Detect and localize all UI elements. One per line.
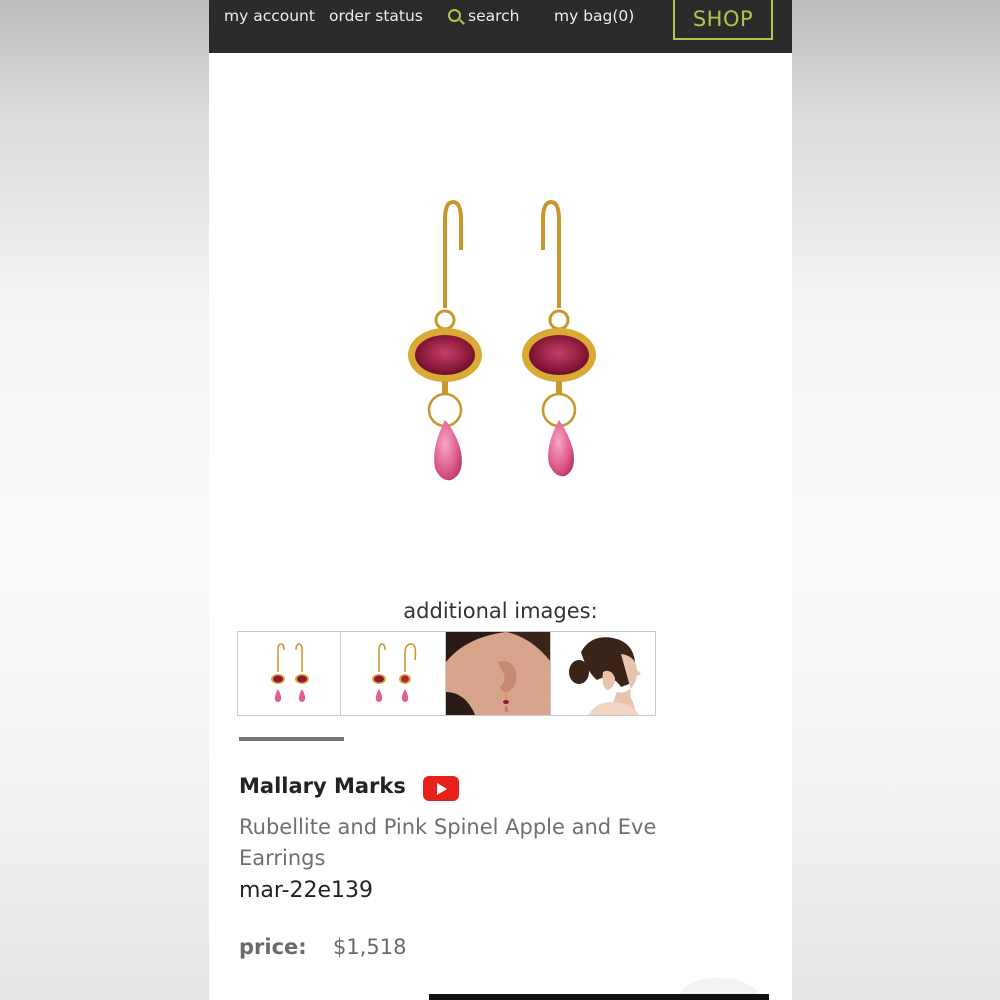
price-label: price:: [239, 935, 307, 959]
product-main-image[interactable]: [379, 190, 619, 490]
price-value: $1,518: [333, 935, 407, 959]
product-page: my account order status search my bag(0)…: [209, 0, 792, 1000]
right-earring: [522, 199, 596, 477]
top-nav-bar: my account order status search my bag(0)…: [209, 0, 792, 53]
search-link[interactable]: search: [448, 7, 520, 25]
my-account-link[interactable]: my account: [224, 7, 315, 25]
thumbnail-model-ear[interactable]: [446, 631, 551, 716]
thumbnail-earrings-front[interactable]: [237, 631, 341, 716]
order-status-link[interactable]: order status: [329, 7, 423, 25]
my-bag-link[interactable]: my bag(0): [554, 7, 634, 25]
thumbnail-strip: [237, 631, 656, 716]
product-title: Rubellite and Pink Spinel Apple and Eve …: [239, 815, 657, 870]
brand-name[interactable]: Mallary Marks: [239, 774, 406, 798]
thumbnail-model-profile[interactable]: [551, 631, 656, 716]
left-earring: [408, 199, 482, 481]
search-icon: [448, 9, 461, 22]
youtube-icon[interactable]: [423, 776, 459, 801]
gallery-scroll-indicator: [239, 737, 344, 741]
search-label: search: [468, 7, 520, 25]
shop-button[interactable]: SHOP: [673, 0, 773, 40]
additional-images-label: additional images:: [403, 599, 598, 623]
home-indicator: [429, 994, 769, 1000]
product-sku: mar-22e139: [239, 878, 374, 903]
thumbnail-earrings-side[interactable]: [341, 631, 446, 716]
